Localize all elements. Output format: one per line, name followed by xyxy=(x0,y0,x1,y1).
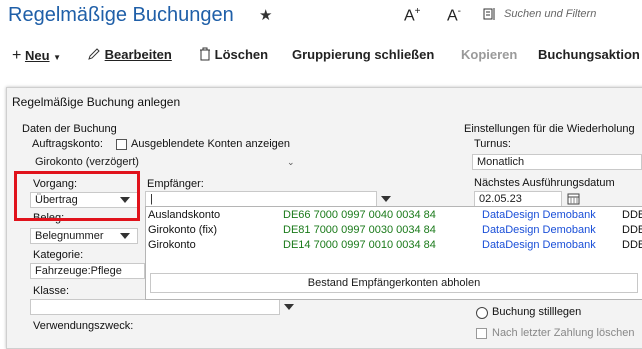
dropdown-arrow-icon[interactable] xyxy=(381,196,391,202)
copy-button[interactable]: Kopieren xyxy=(461,47,517,62)
new-button[interactable]: + Neu ▼ xyxy=(12,47,61,65)
list-item[interactable]: Girokonto DE14 7000 0997 0010 0034 84 Da… xyxy=(146,238,642,253)
class-select[interactable] xyxy=(30,299,280,315)
row-iban: DE14 7000 0997 0010 0034 84 xyxy=(283,239,436,251)
edit-label: Bearbeiten xyxy=(104,47,172,62)
copy-label: Kopieren xyxy=(461,47,518,62)
search-input[interactable]: Suchen und Filtern xyxy=(480,3,642,27)
category-input[interactable]: Fahrzeuge:Pflege xyxy=(30,263,145,279)
page-title: Regelmäßige Buchungen xyxy=(8,4,234,26)
account-label: Auftragskonto: xyxy=(32,138,103,150)
row-bic: DDBA xyxy=(622,239,642,251)
account-value: Girokonto (verzögert) xyxy=(35,156,139,168)
recipient-dropdown: Auslandskonto DE66 7000 0997 0040 0034 8… xyxy=(145,206,642,300)
star-icon[interactable]: ★ xyxy=(259,6,272,24)
new-label: Neu xyxy=(24,48,50,63)
dialog-title: Regelmäßige Buchung anlegen xyxy=(12,95,181,109)
after-last-label: Nach letzter Zahlung löschen xyxy=(492,327,635,339)
recipient-value: | xyxy=(150,193,153,205)
show-hidden-checkbox[interactable] xyxy=(116,139,127,150)
highlight-box xyxy=(14,171,140,221)
plus-icon: + xyxy=(12,47,22,64)
row-name: Auslandskonto xyxy=(148,209,221,221)
row-iban: DE66 7000 0997 0040 0034 84 xyxy=(283,209,436,221)
section-booking-data: Daten der Buchung xyxy=(22,123,117,135)
trash-icon xyxy=(200,47,210,61)
class-label: Klasse: xyxy=(33,285,70,297)
after-last-checkbox[interactable] xyxy=(476,328,487,339)
font-increase-button[interactable]: A+ xyxy=(404,6,421,25)
list-item[interactable]: Auslandskonto DE66 7000 0997 0040 0034 8… xyxy=(146,208,642,223)
account-select[interactable]: Girokonto (verzögert) xyxy=(30,154,300,170)
row-bank: DataDesign Demobank xyxy=(482,209,596,221)
actions-button[interactable]: Buchungsaktion xyxy=(538,47,640,62)
font-increase-sup: + xyxy=(414,6,421,17)
group-button[interactable]: Gruppierung schließen xyxy=(292,47,434,62)
font-decrease-sup: - xyxy=(457,6,462,17)
fetch-recipients-button[interactable]: Bestand Empfängerkonten abholen xyxy=(150,273,638,293)
pause-label: Buchung stilllegen xyxy=(492,306,582,318)
delete-label: Löschen xyxy=(214,47,269,62)
row-bank: DataDesign Demobank xyxy=(482,224,596,236)
section-repeat-settings: Einstellungen für die Wiederholung xyxy=(464,123,635,135)
chevron-down-icon: ▼ xyxy=(53,53,62,62)
next-date-label: Nächstes Ausführungsdatum xyxy=(474,177,615,189)
row-bic: DDBA xyxy=(622,209,642,221)
search-placeholder: Suchen und Filtern xyxy=(504,8,597,20)
group-label: Gruppierung schließen xyxy=(292,47,435,62)
dropdown-arrow-icon[interactable] xyxy=(284,304,294,310)
toolbar: + Neu ▼ Bearbeiten Löschen Gruppierung s… xyxy=(0,40,642,72)
chevron-down-icon[interactable]: ⌄ xyxy=(287,157,295,168)
dropdown-arrow-icon[interactable] xyxy=(120,233,130,239)
font-decrease-glyph: A xyxy=(447,7,458,25)
calendar-icon[interactable] xyxy=(567,192,580,205)
edit-button[interactable]: Bearbeiten xyxy=(87,47,172,62)
row-iban: DE81 7000 0997 0030 0034 84 xyxy=(283,224,436,236)
actions-label: Buchungsaktion xyxy=(538,47,640,62)
row-name: Girokonto (fix) xyxy=(148,224,218,236)
font-decrease-button[interactable]: A- xyxy=(447,6,461,25)
pause-radio[interactable] xyxy=(476,307,488,319)
cycle-value: Monatlich xyxy=(477,156,525,168)
purpose-label: Verwendungszweck: xyxy=(33,320,134,332)
recipient-input[interactable]: | xyxy=(145,191,377,207)
search-filter-icon xyxy=(483,8,495,20)
next-date-input[interactable]: 02.05.23 xyxy=(474,191,562,207)
row-bic: DDBA xyxy=(622,224,642,236)
next-date-value: 02.05.23 xyxy=(479,193,522,205)
row-name: Girokonto xyxy=(148,239,196,251)
recipient-label: Empfänger: xyxy=(147,178,204,190)
category-label: Kategorie: xyxy=(33,249,84,261)
list-item[interactable]: Girokonto (fix) DE81 7000 0997 0030 0034… xyxy=(146,223,642,238)
receipt-value: Belegnummer xyxy=(35,230,104,242)
pencil-icon xyxy=(88,48,100,60)
cycle-select[interactable]: Monatlich xyxy=(472,154,642,170)
cycle-label: Turnus: xyxy=(474,138,511,150)
show-hidden-label: Ausgeblendete Konten anzeigen xyxy=(131,138,291,150)
row-bank: DataDesign Demobank xyxy=(482,239,596,251)
font-increase-glyph: A xyxy=(404,7,415,25)
delete-button[interactable]: Löschen xyxy=(199,47,268,62)
category-value: Fahrzeuge:Pflege xyxy=(35,265,122,277)
